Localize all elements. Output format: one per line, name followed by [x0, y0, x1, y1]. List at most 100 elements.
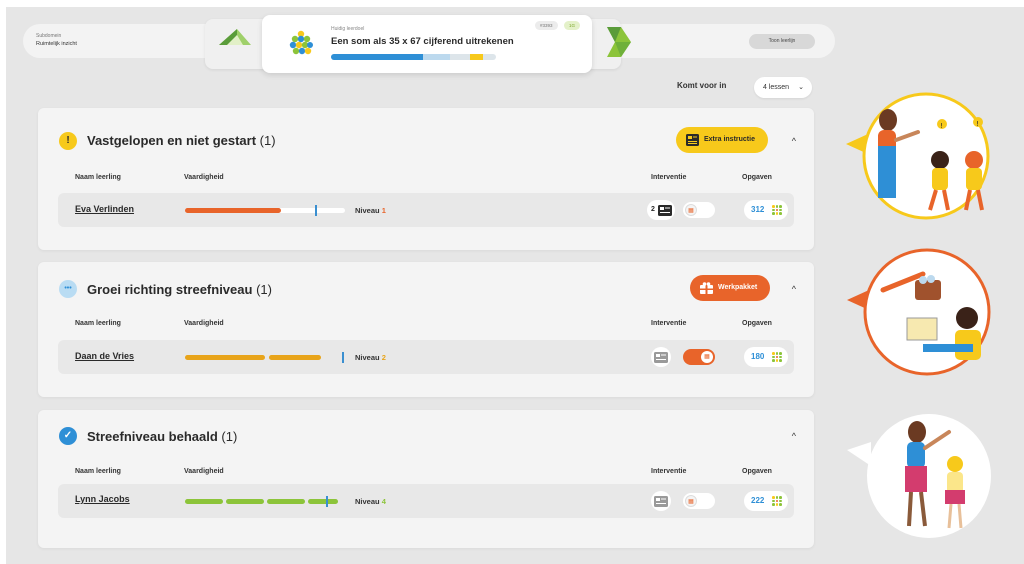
skill-bar — [185, 496, 345, 507]
intervention-toggle[interactable]: ▦ — [683, 202, 715, 218]
table-row: Daan de Vries Niveau 2 ▦ 180 — [58, 340, 794, 374]
col-intervention-header: Interventie — [651, 174, 687, 181]
skill-bar — [185, 205, 345, 216]
subdomain-info: Subdomein Ruimtelijk inzicht — [36, 33, 77, 47]
instruction-book-icon — [654, 496, 668, 507]
exercise-level-badge: 1G — [564, 21, 581, 30]
exercises-count: 222 — [751, 496, 765, 505]
skill-bar — [185, 352, 345, 363]
exercises-count-badge[interactable]: 222 — [744, 491, 788, 511]
section-achieved: ✓ Streefniveau behaald (1) ^ Naam leerli… — [38, 410, 814, 548]
section-title: Vastgelopen en niet gestart (1) — [87, 133, 276, 148]
lessons-select[interactable]: 4 lessen ⌄ — [754, 77, 812, 98]
intervention-instruction-button[interactable] — [651, 347, 671, 367]
toggle-knob-gift-icon: ▦ — [685, 204, 697, 216]
dot-grid-icon — [772, 352, 782, 362]
student-name-link[interactable]: Eva Verlinden — [75, 204, 134, 214]
col-skill-header: Vaardigheid — [184, 468, 224, 475]
skill-bar-fill — [185, 208, 281, 213]
col-skill-header: Vaardigheid — [184, 174, 224, 181]
level-label: Niveau — [355, 497, 380, 506]
skill-bar-fill — [226, 499, 264, 504]
check-icon: ✓ — [59, 427, 77, 445]
table-row: Eva Verlinden Niveau 1 2 ▦ 312 — [58, 193, 794, 227]
exercises-count-badge[interactable]: 180 — [744, 347, 788, 367]
exercise-progress-bar — [331, 54, 496, 60]
col-intervention-header: Interventie — [651, 468, 687, 475]
work-package-label: Werkpakket — [718, 284, 758, 291]
gift-icon — [700, 282, 713, 294]
extra-instruction-button[interactable]: Extra instructie — [676, 127, 768, 153]
col-exercises-header: Opgaven — [742, 320, 772, 327]
dot-cluster-icon — [289, 30, 313, 55]
toggle-knob-gift-icon: ▦ — [701, 351, 713, 363]
dot-grid-icon — [772, 205, 782, 215]
dots-icon: ••• — [59, 280, 77, 298]
intervention-count: 2 — [651, 206, 655, 213]
lessons-select-value: 4 lessen — [763, 84, 790, 91]
dot-grid-icon — [772, 496, 782, 506]
skill-bar-fill — [185, 355, 265, 360]
skill-marker — [326, 496, 328, 507]
collapse-chevron-icon[interactable]: ^ — [792, 431, 796, 441]
col-skill-header: Vaardigheid — [184, 320, 224, 327]
collapse-chevron-icon[interactable]: ^ — [792, 284, 796, 294]
intervention-instruction-button[interactable] — [651, 491, 671, 511]
skill-bar-fill — [185, 499, 223, 504]
work-package-illustration — [847, 248, 991, 376]
student-name-link[interactable]: Lynn Jacobs — [75, 494, 130, 504]
instruction-book-icon — [654, 352, 668, 363]
subdomain-value: Ruimtelijk inzicht — [36, 41, 77, 47]
work-package-button[interactable]: Werkpakket — [690, 275, 771, 301]
section-count: (1) — [256, 282, 272, 297]
section-title-text: Groei richting streefniveau — [87, 282, 253, 297]
section-title-text: Vastgelopen en niet gestart — [87, 133, 257, 148]
intervention-toggle[interactable]: ▦ — [683, 493, 715, 509]
col-name-header: Naam leerling — [75, 320, 121, 327]
collapse-chevron-icon[interactable]: ^ — [792, 136, 796, 146]
progress-done — [331, 54, 424, 60]
level-label: Niveau — [355, 353, 380, 362]
level-value: 4 — [381, 497, 386, 506]
table-row: Lynn Jacobs Niveau 4 ▦ 222 — [58, 484, 794, 518]
level-text: Niveau 2 — [355, 353, 386, 362]
skill-bar-fill — [269, 355, 321, 360]
intervention-toggle[interactable]: ▦ — [683, 349, 715, 365]
exercise-code-badge: #3393 — [535, 21, 558, 30]
exercise-label: Huidig leerdoel — [331, 26, 365, 32]
progress-mid — [423, 54, 450, 60]
exercises-count-badge[interactable]: 312 — [744, 200, 788, 220]
intervention-count-badge[interactable]: 2 — [647, 200, 675, 220]
exercises-count: 312 — [751, 205, 765, 214]
exercises-count: 180 — [751, 352, 765, 361]
instruction-icon — [686, 134, 699, 146]
skill-bar-fill — [308, 499, 338, 504]
exercise-title: Een som als 35 x 67 cijferend uitrekenen — [331, 36, 514, 47]
previous-exercise-icon[interactable] — [217, 25, 253, 49]
col-name-header: Naam leerling — [75, 174, 121, 181]
level-value: 2 — [381, 353, 386, 362]
high-five-illustration — [847, 414, 991, 538]
section-title-text: Streefniveau behaald — [87, 429, 218, 444]
skill-marker — [342, 352, 344, 363]
occurs-in-label: Komt voor in — [677, 81, 727, 90]
skill-bar-fill — [267, 499, 305, 504]
teacher-instruction-illustration: ! ! — [846, 92, 990, 220]
section-title: Streefniveau behaald (1) — [87, 429, 237, 444]
skill-marker — [314, 205, 317, 216]
next-exercise-icon[interactable] — [603, 25, 633, 59]
level-label: Niveau — [355, 206, 380, 215]
show-learning-line-button[interactable]: Toon leerlijn — [749, 34, 815, 49]
level-text: Niveau 4 — [355, 497, 386, 506]
student-name-link[interactable]: Daan de Vries — [75, 351, 134, 361]
col-exercises-header: Opgaven — [742, 174, 772, 181]
section-growing: ••• Groei richting streefniveau (1) Werk… — [38, 262, 814, 397]
col-intervention-header: Interventie — [651, 320, 687, 327]
section-count: (1) — [221, 429, 238, 444]
svg-text:!: ! — [976, 120, 979, 128]
instruction-book-icon — [658, 205, 672, 216]
extra-instruction-label: Extra instructie — [704, 136, 755, 143]
toggle-knob-gift-icon: ▦ — [685, 495, 697, 507]
level-value: 1 — [381, 206, 386, 215]
section-count: (1) — [259, 133, 276, 148]
